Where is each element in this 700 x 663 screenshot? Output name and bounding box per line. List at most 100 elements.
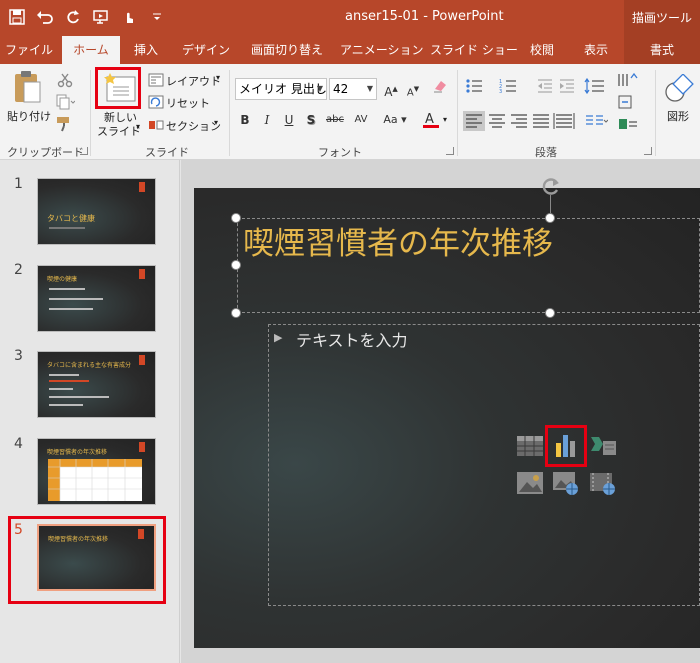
cut-icon[interactable] bbox=[57, 72, 73, 91]
new-slide-label-line2[interactable]: スライド bbox=[97, 123, 141, 139]
tab-insert[interactable]: 挿入 bbox=[126, 36, 166, 64]
start-from-beginning-icon[interactable] bbox=[92, 8, 110, 26]
slide-thumbnail[interactable]: タバコと健康 bbox=[37, 178, 156, 245]
section-dropdown-icon[interactable]: ▾ bbox=[214, 118, 218, 127]
section-icon[interactable] bbox=[148, 118, 164, 135]
shapes-icon[interactable] bbox=[664, 73, 694, 107]
decrease-font-size-icon[interactable]: A▼ bbox=[403, 79, 423, 99]
columns-icon[interactable] bbox=[584, 111, 609, 134]
slide-title[interactable]: 喫煙習慣者の年次推移 bbox=[243, 218, 553, 263]
new-slide-dropdown-icon[interactable]: ▾ bbox=[136, 122, 140, 131]
clear-formatting-icon[interactable] bbox=[430, 79, 450, 99]
tab-animations[interactable]: アニメーション bbox=[340, 36, 424, 64]
thumb-text-line bbox=[49, 404, 83, 406]
numbering-icon[interactable]: 123 bbox=[499, 78, 521, 97]
content-placeholder[interactable] bbox=[268, 324, 700, 606]
layout-dropdown-icon[interactable]: ▾ bbox=[216, 73, 220, 82]
distributed-icon[interactable] bbox=[553, 111, 575, 134]
paste-icon[interactable] bbox=[12, 70, 44, 109]
decrease-indent-icon[interactable] bbox=[536, 78, 554, 97]
slide-number: 1 bbox=[14, 176, 23, 192]
convert-to-smartart-icon[interactable] bbox=[617, 116, 639, 135]
font-launcher-icon[interactable] bbox=[446, 147, 454, 155]
line-spacing-icon[interactable] bbox=[584, 77, 606, 97]
tab-design[interactable]: デザイン bbox=[178, 36, 234, 64]
rotate-handle-icon[interactable] bbox=[540, 175, 562, 197]
ribbon-tabs: ファイル ホーム 挿入 デザイン 画面切り替え アニメーション スライド ショー… bbox=[0, 36, 700, 64]
clipboard-launcher-icon[interactable] bbox=[80, 147, 88, 155]
character-spacing-icon[interactable]: AV bbox=[349, 110, 373, 130]
thumb-text-line bbox=[49, 288, 85, 290]
tab-transitions[interactable]: 画面切り替え bbox=[246, 36, 328, 64]
tab-home[interactable]: ホーム bbox=[62, 36, 120, 64]
tab-format[interactable]: 書式 bbox=[624, 36, 700, 64]
bold-icon[interactable]: B bbox=[235, 110, 255, 130]
font-name-combo[interactable]: メイリオ 見出し ▼ bbox=[235, 78, 327, 100]
font-size-combo[interactable]: 42 ▼ bbox=[329, 78, 377, 100]
layout-label[interactable]: レイアウト bbox=[166, 73, 221, 89]
underline-icon[interactable]: U bbox=[279, 110, 299, 130]
align-center-icon[interactable] bbox=[486, 111, 508, 134]
paste-label[interactable]: 貼り付け bbox=[7, 108, 51, 124]
save-icon[interactable] bbox=[8, 8, 26, 26]
font-color-dropdown-icon[interactable]: ▾ bbox=[443, 115, 447, 124]
thumb-title: 喫煙の健康 bbox=[47, 276, 78, 283]
insert-picture-icon[interactable] bbox=[516, 470, 544, 496]
redo-icon[interactable] bbox=[64, 8, 82, 26]
section-label[interactable]: セクション bbox=[166, 118, 221, 134]
content-placeholder-text[interactable]: テキストを入力 bbox=[296, 327, 408, 351]
thumb-subtitle-line bbox=[49, 227, 85, 229]
tab-view[interactable]: 表示 bbox=[578, 36, 614, 64]
resize-handle[interactable] bbox=[231, 308, 241, 318]
thumb-title: 喫煙習慣者の年次推移 bbox=[47, 449, 108, 456]
format-painter-icon[interactable] bbox=[56, 116, 74, 135]
align-right-icon[interactable] bbox=[508, 111, 530, 134]
insert-chart-highlight bbox=[545, 425, 587, 467]
slide-thumbnail[interactable]: 喫煙習慣者の年次推移 bbox=[37, 438, 156, 505]
thumb-text-line bbox=[49, 380, 89, 382]
reset-icon[interactable] bbox=[148, 95, 164, 112]
italic-icon[interactable]: I bbox=[257, 110, 277, 130]
rotation-connector bbox=[550, 195, 551, 213]
bullets-icon[interactable] bbox=[465, 78, 487, 97]
group-separator bbox=[90, 70, 91, 156]
tab-slideshow[interactable]: スライド ショー bbox=[430, 36, 518, 64]
increase-font-size-icon[interactable]: A▲ bbox=[381, 79, 401, 99]
increase-indent-icon[interactable] bbox=[558, 78, 576, 97]
paragraph-group-label: 段落 bbox=[535, 146, 557, 159]
align-left-icon[interactable] bbox=[463, 111, 485, 131]
resize-handle[interactable] bbox=[231, 260, 241, 270]
tab-file[interactable]: ファイル bbox=[4, 36, 54, 64]
align-text-icon[interactable] bbox=[617, 94, 639, 113]
resize-handle[interactable] bbox=[545, 308, 555, 318]
insert-table-icon[interactable] bbox=[516, 433, 544, 459]
customize-qat-icon[interactable] bbox=[148, 8, 166, 26]
resize-handle[interactable] bbox=[545, 213, 555, 223]
text-shadow-icon[interactable]: S bbox=[301, 110, 321, 130]
insert-video-icon[interactable] bbox=[589, 470, 617, 496]
shapes-label[interactable]: 図形 bbox=[667, 108, 689, 124]
justify-icon[interactable] bbox=[530, 111, 552, 134]
new-slide-highlight bbox=[95, 67, 141, 109]
group-separator bbox=[229, 70, 230, 156]
resize-handle[interactable] bbox=[231, 213, 241, 223]
change-case-icon[interactable]: Aa ▾ bbox=[381, 110, 409, 130]
insert-online-picture-icon[interactable] bbox=[552, 470, 580, 496]
tab-review[interactable]: 校閲 bbox=[522, 36, 562, 64]
paragraph-launcher-icon[interactable] bbox=[644, 147, 652, 155]
reset-label[interactable]: リセット bbox=[166, 95, 210, 111]
thumb-text-line bbox=[49, 298, 103, 300]
text-direction-icon[interactable] bbox=[617, 72, 639, 91]
insert-smartart-icon[interactable] bbox=[589, 433, 617, 459]
copy-icon[interactable] bbox=[55, 94, 76, 113]
slide-thumbnail[interactable]: タバコに含まれる主な有害成分 bbox=[37, 351, 156, 418]
layout-icon[interactable] bbox=[148, 73, 164, 90]
strikethrough-icon[interactable]: abc bbox=[323, 110, 347, 130]
svg-text:A: A bbox=[425, 112, 434, 127]
slide-thumbnail[interactable]: 喫煙の健康 bbox=[37, 265, 156, 332]
font-color-icon[interactable]: A bbox=[421, 110, 441, 130]
touch-mode-icon[interactable] bbox=[120, 8, 138, 26]
thumb-text-line bbox=[49, 374, 79, 376]
thumb-text-line bbox=[49, 308, 93, 310]
undo-icon[interactable] bbox=[36, 8, 54, 26]
